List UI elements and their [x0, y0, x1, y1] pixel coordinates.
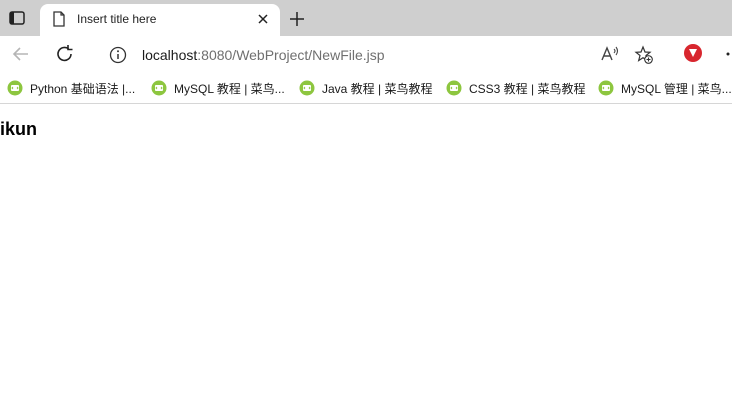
- bookmark-label: Java 教程 | 菜鸟教程: [322, 81, 433, 96]
- bookmark-item[interactable]: MySQL 教程 | 菜鸟...: [151, 79, 285, 97]
- address-bar[interactable]: localhost:8080/WebProject/NewFile.jsp: [93, 39, 665, 69]
- bookmark-item[interactable]: Java 教程 | 菜鸟教程: [299, 79, 432, 97]
- bookmark-label: MySQL 教程 | 菜鸟...: [174, 81, 285, 96]
- bookmark-label: Python 基础语法 |...: [30, 81, 136, 96]
- bookmark-favicon-icon: [151, 80, 167, 96]
- more-menu-icon[interactable]: [725, 46, 732, 62]
- tab-active[interactable]: Insert title here: [40, 4, 280, 36]
- url-host: localhost: [142, 47, 198, 63]
- read-aloud-icon[interactable]: [600, 45, 620, 68]
- bookmark-item[interactable]: Python 基础语法 |...: [7, 79, 135, 97]
- bookmarks-bar: Python 基础语法 |... MySQL 教程 | 菜鸟... Java 教…: [0, 72, 732, 104]
- extension-icon[interactable]: [684, 44, 702, 62]
- bookmark-favicon-icon: [7, 80, 23, 96]
- page-heading: ikun: [0, 119, 38, 139]
- bookmark-label: CSS3 教程 | 菜鸟教程: [469, 81, 586, 96]
- new-tab-icon[interactable]: [287, 9, 307, 29]
- back-icon[interactable]: [9, 43, 33, 65]
- tab-actions-icon[interactable]: [6, 8, 28, 28]
- bookmark-favicon-icon: [446, 80, 462, 96]
- url-text[interactable]: localhost:8080/WebProject/NewFile.jsp: [142, 47, 385, 63]
- bookmark-label: MySQL 管理 | 菜鸟...: [621, 81, 732, 96]
- toolbar: localhost:8080/WebProject/NewFile.jsp: [0, 36, 732, 72]
- document-icon: [52, 11, 66, 32]
- site-info-icon[interactable]: [109, 46, 127, 69]
- add-favorite-icon[interactable]: [634, 45, 654, 70]
- tab-title: Insert title here: [77, 12, 157, 26]
- url-path: :8080/WebProject/NewFile.jsp: [197, 47, 385, 63]
- bookmark-favicon-icon: [598, 80, 614, 96]
- close-tab-icon[interactable]: [256, 12, 270, 26]
- bookmark-favicon-icon: [299, 80, 315, 96]
- bookmark-item[interactable]: CSS3 教程 | 菜鸟教程: [446, 79, 585, 97]
- refresh-icon[interactable]: [53, 43, 77, 65]
- tab-strip: Insert title here: [0, 0, 732, 36]
- bookmark-item[interactable]: MySQL 管理 | 菜鸟...: [598, 79, 732, 97]
